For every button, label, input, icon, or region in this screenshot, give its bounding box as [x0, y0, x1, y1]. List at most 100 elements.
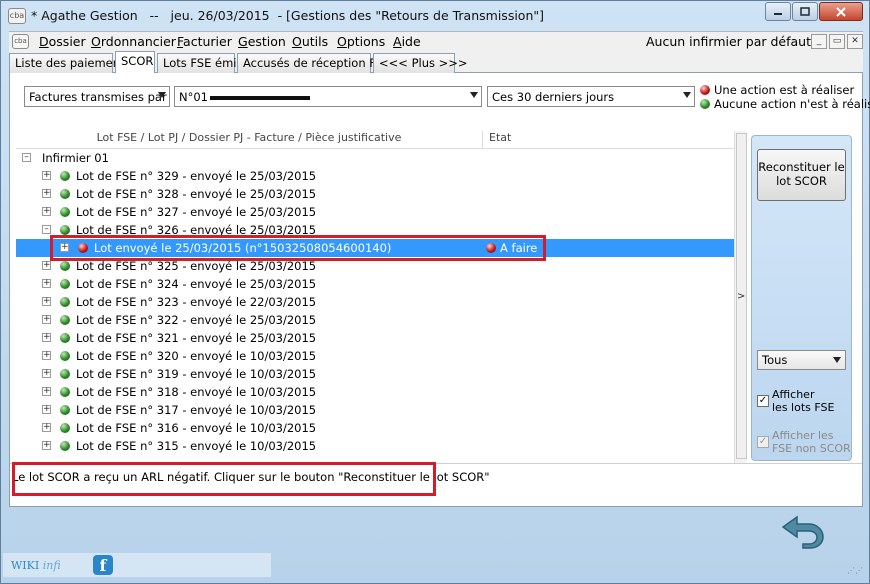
facebook-icon[interactable]: f	[93, 555, 113, 575]
app-window: cba * Agathe Gestion -- jeu. 26/03/2015 …	[0, 0, 870, 584]
expand-icon[interactable]: +	[42, 423, 51, 432]
column-header-lot[interactable]: Lot FSE / Lot PJ / Dossier PJ - Facture …	[16, 131, 482, 149]
menu-bar: cba Dossier Ordonnancier Facturier Gesti…	[9, 31, 863, 51]
legend-none-label: Aucune action n'est à réaliser	[714, 97, 870, 111]
tree-row-label: Lot de FSE n° 316 - envoyé le 10/03/2015	[76, 421, 317, 435]
expand-icon[interactable]: +	[42, 297, 51, 306]
legend-none: Aucune action n'est à réaliser	[700, 97, 870, 111]
expand-icon[interactable]: +	[42, 369, 51, 378]
tree-row[interactable]: + Lot de FSE n° 322 - envoyé le 25/03/201…	[16, 311, 734, 329]
collapse-icon[interactable]: –	[22, 153, 31, 162]
period-value: Ces 30 derniers jours	[492, 90, 615, 104]
tree-row[interactable]: + Lot de FSE n° 318 - envoyé le 10/03/201…	[16, 383, 734, 401]
tab-lots-fse-emis[interactable]: Lots FSE émis	[157, 53, 243, 73]
expand-icon[interactable]: +	[42, 279, 51, 288]
mdi-minimize-button[interactable]: _	[811, 34, 827, 49]
show-non-scor-checkbox[interactable]: ✓	[757, 436, 769, 448]
tree-row-label: Lot de FSE n° 319 - envoyé le 10/03/2015	[76, 367, 317, 381]
app-icon[interactable]: cba	[12, 34, 29, 49]
status-message: Le lot SCOR a reçu un ARL négatif. Cliqu…	[12, 470, 490, 484]
window-title: * Agathe Gestion -- jeu. 26/03/2015 - [G…	[31, 8, 545, 23]
mdi-close-button[interactable]: ✕	[847, 34, 863, 49]
tree-row[interactable]: + Lot de FSE n° 327 - envoyé le 25/03/201…	[16, 203, 734, 221]
green-status-icon	[60, 279, 70, 289]
column-header-state[interactable]: Etat	[482, 131, 734, 149]
mdi-restore-button[interactable]: ▭	[829, 34, 845, 49]
tree-splitter[interactable]: >	[734, 131, 747, 463]
tab-accuses-reception[interactable]: Accusés de réception FSE	[237, 53, 390, 73]
resize-grip-icon[interactable]: ⋰⋰	[847, 566, 863, 575]
tree-row[interactable]: + Lot de FSE n° 319 - envoyé le 10/03/201…	[16, 365, 734, 383]
tree-row-label: Lot envoyé le 25/03/2015 (n°150325080546…	[94, 241, 392, 255]
tab-plus[interactable]: <<< Plus >>>	[373, 53, 468, 73]
nurse-select[interactable]: N°01	[174, 86, 482, 107]
window-controls	[764, 2, 863, 21]
collapse-icon[interactable]: –	[42, 225, 51, 234]
wiki-infi-link[interactable]: WIKI infi	[11, 559, 61, 572]
lots-tree[interactable]: Lot FSE / Lot PJ / Dossier PJ - Facture …	[16, 131, 734, 463]
tree-row[interactable]: + Lot de FSE n° 323 - envoyé le 22/03/201…	[16, 293, 734, 311]
tree-row[interactable]: + Lot de FSE n° 324 - envoyé le 25/03/201…	[16, 275, 734, 293]
row-state-label: A faire	[500, 241, 538, 255]
green-status-icon	[700, 99, 710, 109]
maximize-glyph	[800, 7, 810, 16]
green-status-icon	[60, 369, 70, 379]
green-status-icon	[60, 405, 70, 415]
tab-liste-paiements[interactable]: Liste des paiements	[9, 53, 131, 73]
tree-row[interactable]: – Lot de FSE n° 326 - envoyé le 25/03/201…	[16, 221, 734, 239]
period-select[interactable]: Ces 30 derniers jours	[487, 86, 695, 107]
tree-row[interactable]: + Lot de FSE n° 321 - envoyé le 25/03/201…	[16, 329, 734, 347]
menu-aide[interactable]: Aide	[393, 34, 421, 49]
expand-icon[interactable]: +	[42, 333, 51, 342]
menu-ordonnancier[interactable]: Ordonnancier	[91, 34, 176, 49]
chevron-down-icon	[833, 357, 841, 363]
back-arrow-icon[interactable]	[779, 513, 829, 549]
minimize-icon[interactable]	[765, 2, 791, 21]
chevron-right-icon[interactable]: >	[737, 291, 745, 302]
green-status-icon	[60, 261, 70, 271]
tree-row-label: Lot de FSE n° 325 - envoyé le 25/03/2015	[76, 259, 317, 273]
maximize-icon[interactable]	[792, 2, 818, 21]
filter-mode-value: Factures transmises par	[29, 90, 167, 104]
expand-icon[interactable]: +	[42, 441, 51, 450]
expand-icon[interactable]: +	[42, 261, 51, 270]
tab-scor[interactable]: SCOR	[115, 51, 155, 74]
tree-row-selected[interactable]: + Lot envoyé le 25/03/2015 (n°15032508054…	[16, 239, 734, 257]
expand-icon[interactable]: +	[42, 189, 51, 198]
expand-icon[interactable]: +	[42, 405, 51, 414]
menu-dossier[interactable]: Dossier	[39, 34, 86, 49]
menu-outils[interactable]: Outils	[292, 34, 328, 49]
tree-row-label: Lot de FSE n° 323 - envoyé le 22/03/2015	[76, 295, 317, 309]
filter-mode-select[interactable]: Factures transmises par	[24, 86, 170, 107]
tree-row[interactable]: + Lot de FSE n° 328 - envoyé le 25/03/201…	[16, 185, 734, 203]
status-message-area: Le lot SCOR a reçu un ARL négatif. Cliqu…	[10, 463, 862, 505]
action-panel: Reconstituer le lot SCOR Tous ✓ Afficher…	[751, 135, 852, 461]
tree-row[interactable]: + Lot de FSE n° 315 - envoyé le 10/03/201…	[16, 437, 734, 455]
title-bar[interactable]: cba * Agathe Gestion -- jeu. 26/03/2015 …	[1, 1, 869, 31]
expand-icon[interactable]: +	[42, 387, 51, 396]
tree-row[interactable]: + Lot de FSE n° 317 - envoyé le 10/03/201…	[16, 401, 734, 419]
menu-facturier[interactable]: Facturier	[177, 34, 232, 49]
tree-row[interactable]: + Lot de FSE n° 329 - envoyé le 25/03/201…	[16, 167, 734, 185]
tree-row[interactable]: + Lot de FSE n° 316 - envoyé le 10/03/201…	[16, 419, 734, 437]
green-status-icon	[60, 207, 70, 217]
expand-icon[interactable]: +	[42, 315, 51, 324]
expand-icon[interactable]: +	[42, 171, 51, 180]
tree-row-label: Lot de FSE n° 328 - envoyé le 25/03/2015	[76, 187, 317, 201]
tree-row[interactable]: + Lot de FSE n° 320 - envoyé le 10/03/201…	[16, 347, 734, 365]
green-status-icon	[60, 441, 70, 451]
expand-icon[interactable]: +	[60, 243, 69, 252]
menu-options[interactable]: Options	[337, 34, 385, 49]
tree-root-row[interactable]: – Infirmier 01	[16, 149, 734, 167]
close-icon[interactable]	[819, 2, 863, 21]
expand-icon[interactable]: +	[42, 207, 51, 216]
row-state: A faire	[486, 239, 537, 257]
tree-row[interactable]: + Lot de FSE n° 325 - envoyé le 25/03/201…	[16, 257, 734, 275]
status-filter-select[interactable]: Tous	[757, 350, 846, 370]
expand-icon[interactable]: +	[42, 351, 51, 360]
show-non-scor-label: Afficher les FSE non SCOR	[772, 429, 851, 455]
red-status-icon	[78, 243, 88, 253]
show-lots-checkbox[interactable]: ✓	[757, 395, 769, 407]
menu-gestion[interactable]: Gestion	[238, 34, 286, 49]
rebuild-scor-button[interactable]: Reconstituer le lot SCOR	[757, 149, 846, 201]
